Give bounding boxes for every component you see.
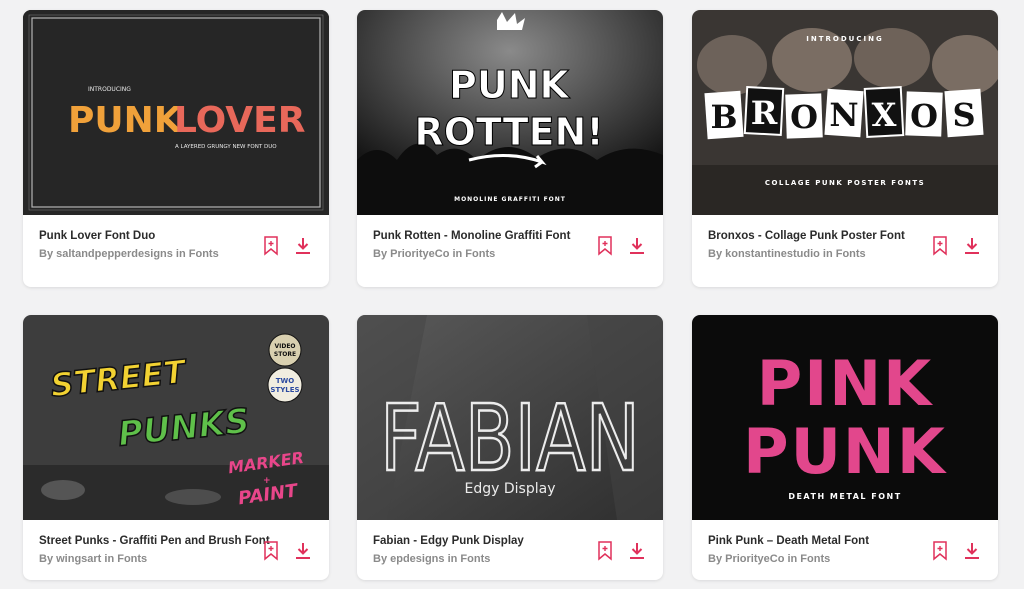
art-word-fabian: FABIAN bbox=[380, 385, 640, 492]
art-letter: S bbox=[952, 96, 975, 134]
download-button[interactable] bbox=[293, 235, 313, 257]
bookmark-button[interactable] bbox=[261, 235, 281, 257]
product-card[interactable]: PUNK ROTTEN! MONOLINE GRAFFITI FONT Punk… bbox=[357, 10, 663, 287]
product-card[interactable]: STREET PUNKS MARKER + PAINT VIDEO STORE … bbox=[23, 315, 329, 580]
art-letter: O bbox=[910, 97, 938, 135]
art-tagline: MONOLINE GRAFFITI FONT bbox=[454, 196, 566, 203]
art-word-punk: PUNK bbox=[449, 63, 571, 107]
download-button[interactable] bbox=[293, 540, 313, 562]
product-card[interactable]: INTRODUCING B R O N X O S COLLAGE PUNK P… bbox=[692, 10, 998, 287]
bookmark-button[interactable] bbox=[930, 235, 950, 257]
download-icon bbox=[296, 543, 310, 559]
art-tagline: Edgy Display bbox=[465, 481, 556, 497]
art-letter: B bbox=[710, 98, 737, 136]
art-letter: R bbox=[751, 94, 778, 132]
download-button[interactable] bbox=[962, 540, 982, 562]
product-thumbnail[interactable]: INTRODUCING PUNK LOVER A LAYERED GRUNGY … bbox=[23, 10, 329, 215]
badge-text: STYLES bbox=[270, 386, 299, 394]
badge-text: VIDEO bbox=[274, 343, 295, 350]
art-letter: O bbox=[790, 98, 818, 136]
product-thumbnail[interactable]: STREET PUNKS MARKER + PAINT VIDEO STORE … bbox=[23, 315, 329, 520]
bookmark-add-icon bbox=[598, 541, 612, 561]
art-word-rotten: ROTTEN! bbox=[414, 110, 603, 154]
product-thumbnail[interactable]: PUNK ROTTEN! MONOLINE GRAFFITI FONT bbox=[357, 10, 663, 215]
product-card[interactable]: FABIAN Edgy Display Fabian - Edgy Punk D… bbox=[357, 315, 663, 580]
download-button[interactable] bbox=[627, 540, 647, 562]
art-word-pink: PINK bbox=[757, 347, 933, 420]
bookmark-add-icon bbox=[264, 541, 278, 561]
download-icon bbox=[296, 238, 310, 254]
bookmark-button[interactable] bbox=[930, 540, 950, 562]
product-thumbnail[interactable]: PINK PUNK DEATH METAL FONT bbox=[692, 315, 998, 520]
download-icon bbox=[630, 238, 644, 254]
badge-text: STORE bbox=[274, 351, 296, 358]
download-icon bbox=[630, 543, 644, 559]
bookmark-add-icon bbox=[933, 236, 947, 256]
art-tagline: COLLAGE PUNK POSTER FONTS bbox=[765, 179, 925, 187]
bookmark-button[interactable] bbox=[595, 235, 615, 257]
badge-text: TWO bbox=[276, 377, 294, 385]
bookmark-add-icon bbox=[264, 236, 278, 256]
download-button[interactable] bbox=[962, 235, 982, 257]
bookmark-add-icon bbox=[933, 541, 947, 561]
download-icon bbox=[965, 543, 979, 559]
bookmark-button[interactable] bbox=[595, 540, 615, 562]
product-thumbnail[interactable]: INTRODUCING B R O N X O S COLLAGE PUNK P… bbox=[692, 10, 998, 215]
art-kicker: INTRODUCING bbox=[88, 86, 131, 93]
art-word-punk: PUNK bbox=[68, 100, 183, 141]
product-card[interactable]: INTRODUCING PUNK LOVER A LAYERED GRUNGY … bbox=[23, 10, 329, 287]
art-letter: N bbox=[829, 96, 858, 134]
product-thumbnail[interactable]: FABIAN Edgy Display bbox=[357, 315, 663, 520]
bookmark-button[interactable] bbox=[261, 540, 281, 562]
download-button[interactable] bbox=[627, 235, 647, 257]
download-icon bbox=[965, 238, 979, 254]
art-tagline: DEATH METAL FONT bbox=[788, 492, 901, 501]
art-word-punk: PUNK bbox=[743, 415, 947, 488]
bookmark-add-icon bbox=[598, 236, 612, 256]
product-card[interactable]: PINK PUNK DEATH METAL FONT Pink Punk – D… bbox=[692, 315, 998, 580]
art-word-lover: LOVER bbox=[174, 100, 305, 141]
art-kicker: INTRODUCING bbox=[806, 35, 883, 43]
art-letter: X bbox=[872, 96, 897, 134]
art-tagline: A LAYERED GRUNGY NEW FONT DUO bbox=[175, 144, 277, 150]
